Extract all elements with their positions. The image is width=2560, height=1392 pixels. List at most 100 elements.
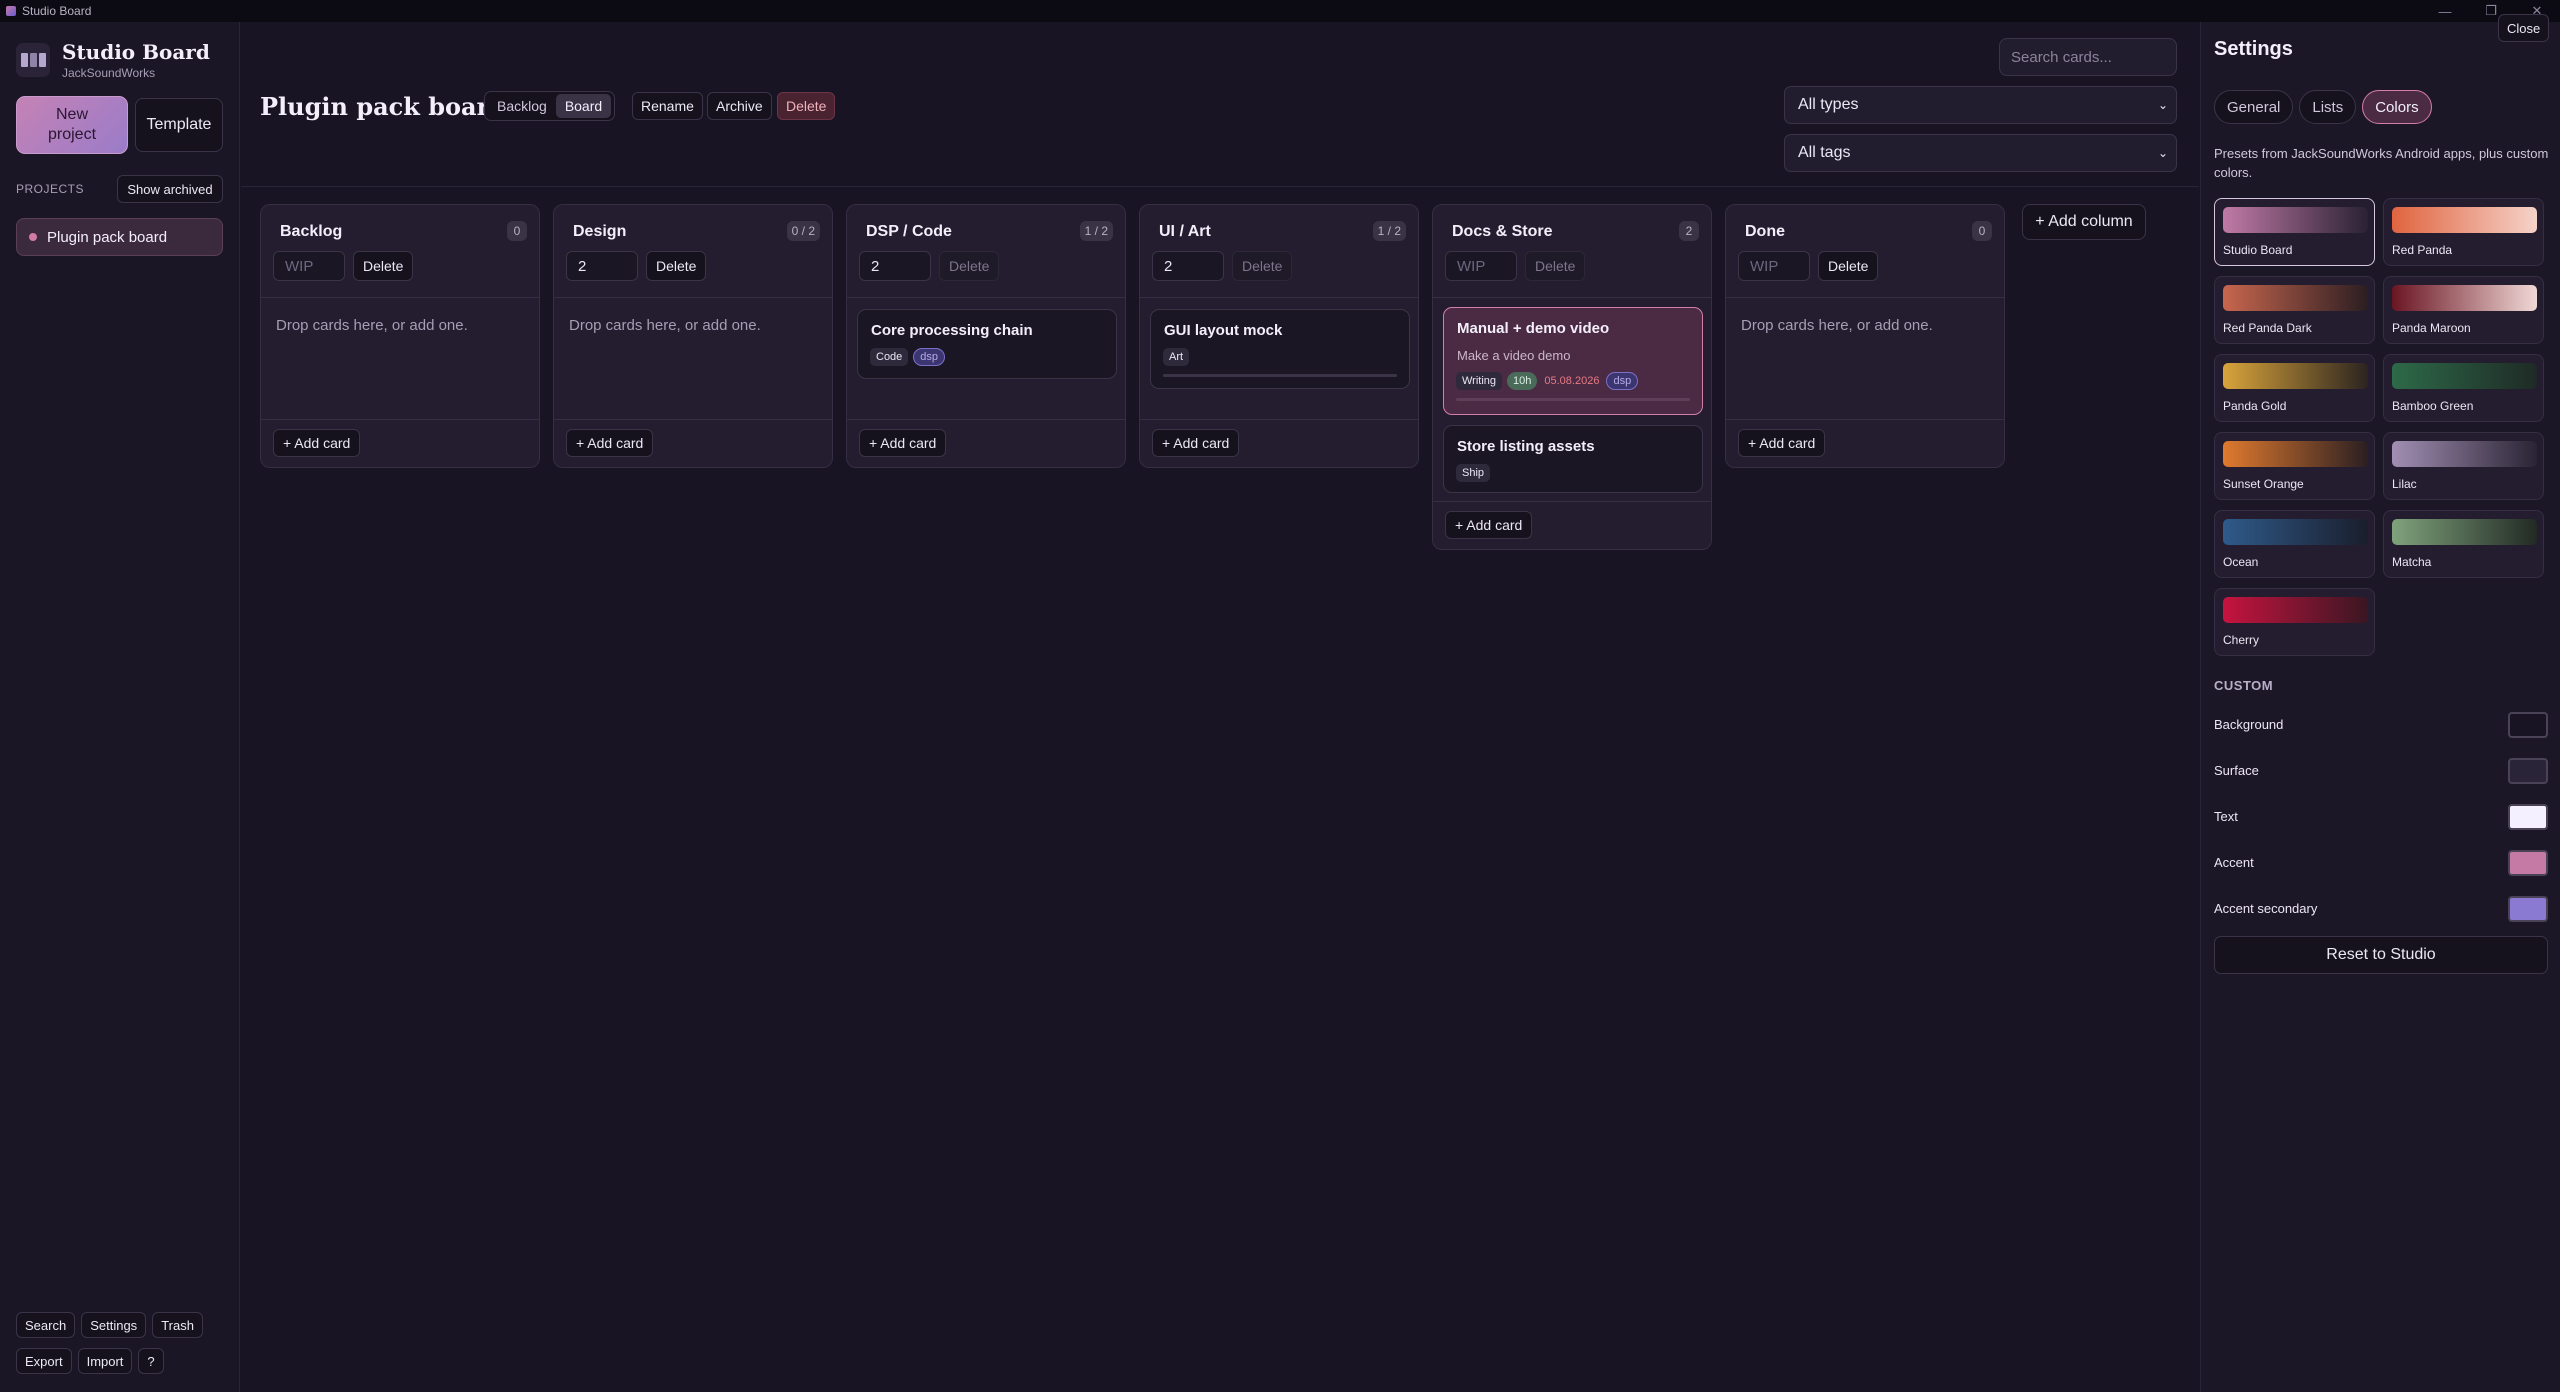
minimize-icon[interactable]: — bbox=[2422, 0, 2468, 22]
rename-button[interactable]: Rename bbox=[632, 92, 703, 120]
card-estimate-badge: 10h bbox=[1507, 372, 1538, 390]
delete-column-button[interactable]: Delete bbox=[1818, 251, 1879, 281]
preset-swatch bbox=[2223, 207, 2368, 233]
type-filter-select[interactable]: All types ⌄ bbox=[1784, 86, 2177, 124]
preset-name: Red Panda Dark bbox=[2223, 321, 2312, 335]
column-done: Done 0 WIP Delete Drop cards here, or ad… bbox=[1725, 204, 2005, 468]
wip-limit-input[interactable]: 2 bbox=[1152, 251, 1224, 281]
color-preset-red-panda-dark[interactable]: Red Panda Dark bbox=[2214, 276, 2375, 344]
preset-name: Panda Maroon bbox=[2392, 321, 2471, 335]
new-project-button[interactable]: New project bbox=[16, 96, 128, 154]
search-cards-input[interactable]: Search cards... bbox=[1999, 38, 2177, 76]
color-picker-swatch[interactable] bbox=[2508, 758, 2548, 784]
archive-button[interactable]: Archive bbox=[707, 92, 772, 120]
column-count-badge: 0 / 2 bbox=[786, 221, 820, 241]
import-button[interactable]: Import bbox=[77, 1348, 133, 1374]
card-progress-bar bbox=[1456, 398, 1690, 401]
card-gui-layout-mock[interactable]: GUI layout mock Art bbox=[1150, 309, 1410, 389]
add-column-button[interactable]: + Add column bbox=[2022, 204, 2146, 240]
column-title: DSP / Code bbox=[866, 223, 952, 240]
show-archived-button[interactable]: Show archived bbox=[117, 175, 223, 203]
column-backlog: Backlog 0 WIP Delete Drop cards here, or… bbox=[260, 204, 540, 468]
custom-color-label: Accent bbox=[2214, 855, 2254, 870]
export-button[interactable]: Export bbox=[16, 1348, 72, 1374]
reset-to-studio-button[interactable]: Reset to Studio bbox=[2214, 936, 2548, 974]
wip-limit-input[interactable]: WIP bbox=[1445, 251, 1517, 281]
wip-limit-input[interactable]: WIP bbox=[273, 251, 345, 281]
color-preset-ocean[interactable]: Ocean bbox=[2214, 510, 2375, 578]
add-card-button[interactable]: + Add card bbox=[1445, 511, 1533, 539]
search-button[interactable]: Search bbox=[16, 1312, 76, 1338]
color-preset-panda-maroon[interactable]: Panda Maroon bbox=[2383, 276, 2544, 344]
column-title: Backlog bbox=[280, 223, 343, 240]
card-title: Core processing chain bbox=[871, 322, 1033, 339]
card-store-listing-assets[interactable]: Store listing assets Ship bbox=[1443, 425, 1703, 493]
preset-name: Sunset Orange bbox=[2223, 477, 2304, 491]
column-title: UI / Art bbox=[1159, 223, 1211, 240]
tab-lists[interactable]: Lists bbox=[2299, 90, 2357, 124]
add-card-button[interactable]: + Add card bbox=[273, 429, 361, 457]
preset-swatch bbox=[2223, 441, 2368, 467]
trash-button[interactable]: Trash bbox=[152, 1312, 203, 1338]
preset-name: Bamboo Green bbox=[2392, 399, 2474, 413]
preset-swatch bbox=[2392, 441, 2537, 467]
color-preset-studio-board[interactable]: Studio Board bbox=[2214, 198, 2375, 266]
color-picker-swatch[interactable] bbox=[2508, 712, 2548, 738]
template-button[interactable]: Template bbox=[135, 98, 223, 152]
delete-board-button[interactable]: Delete bbox=[777, 92, 836, 120]
color-preset-panda-gold[interactable]: Panda Gold bbox=[2214, 354, 2375, 422]
column-count-badge: 0 bbox=[1972, 221, 1992, 241]
project-item-plugin-pack-board[interactable]: Plugin pack board bbox=[16, 218, 223, 256]
close-settings-button[interactable]: Close bbox=[2498, 14, 2550, 42]
header-divider bbox=[241, 186, 2199, 187]
color-preset-bamboo-green[interactable]: Bamboo Green bbox=[2383, 354, 2544, 422]
card-type-tag: Art bbox=[1163, 348, 1190, 366]
projects-label: PROJECTS bbox=[16, 182, 85, 196]
wip-limit-input[interactable]: WIP bbox=[1738, 251, 1810, 281]
wip-limit-input[interactable]: 2 bbox=[566, 251, 638, 281]
column-title: Design bbox=[573, 223, 627, 240]
settings-button[interactable]: Settings bbox=[81, 1312, 147, 1338]
card-label-tag: dsp bbox=[913, 348, 946, 366]
custom-color-accent: Accent bbox=[2214, 850, 2548, 876]
add-card-button[interactable]: + Add card bbox=[1152, 429, 1240, 457]
color-preset-sunset-orange[interactable]: Sunset Orange bbox=[2214, 432, 2375, 500]
wip-limit-input[interactable]: 2 bbox=[859, 251, 931, 281]
preset-name: Ocean bbox=[2223, 555, 2259, 569]
card-manual-demo-video[interactable]: Manual + demo video Make a video demo Wr… bbox=[1443, 307, 1703, 415]
color-picker-swatch[interactable] bbox=[2508, 850, 2548, 876]
color-preset-red-panda[interactable]: Red Panda bbox=[2383, 198, 2544, 266]
view-backlog-button[interactable]: Backlog bbox=[488, 94, 556, 118]
card-type-tag: Ship bbox=[1456, 464, 1491, 482]
tag-filter-select[interactable]: All tags ⌄ bbox=[1784, 134, 2177, 172]
delete-column-button[interactable]: Delete bbox=[353, 251, 414, 281]
preset-swatch bbox=[2223, 363, 2368, 389]
custom-color-label: Background bbox=[2214, 717, 2284, 732]
add-card-button[interactable]: + Add card bbox=[859, 429, 947, 457]
color-picker-swatch[interactable] bbox=[2508, 804, 2548, 830]
color-preset-matcha[interactable]: Matcha bbox=[2383, 510, 2544, 578]
tab-general[interactable]: General bbox=[2214, 90, 2294, 124]
custom-color-background: Background bbox=[2214, 712, 2548, 738]
delete-column-button[interactable]: Delete bbox=[939, 251, 1000, 281]
chevron-down-icon: ⌄ bbox=[2157, 98, 2168, 112]
column-design: Design 0 / 2 2 Delete Drop cards here, o… bbox=[553, 204, 833, 468]
color-picker-swatch[interactable] bbox=[2508, 896, 2548, 922]
project-color-dot bbox=[29, 233, 37, 241]
add-card-button[interactable]: + Add card bbox=[566, 429, 654, 457]
sidebar: Studio Board JackSoundWorks New project … bbox=[0, 22, 240, 1392]
window-title: Studio Board bbox=[22, 4, 92, 18]
tab-colors[interactable]: Colors bbox=[2362, 90, 2432, 124]
delete-column-button[interactable]: Delete bbox=[1232, 251, 1293, 281]
settings-panel: Settings General Lists Colors Presets fr… bbox=[2200, 22, 2560, 1392]
view-board-button[interactable]: Board bbox=[555, 94, 612, 118]
help-button[interactable]: ? bbox=[138, 1348, 164, 1374]
delete-column-button[interactable]: Delete bbox=[646, 251, 707, 281]
add-card-button[interactable]: + Add card bbox=[1738, 429, 1826, 457]
color-preset-cherry[interactable]: Cherry bbox=[2214, 588, 2375, 656]
color-preset-lilac[interactable]: Lilac bbox=[2383, 432, 2544, 500]
column-count-badge: 0 bbox=[507, 221, 527, 241]
delete-column-button[interactable]: Delete bbox=[1525, 251, 1586, 281]
column-count-badge: 2 bbox=[1679, 221, 1699, 241]
card-core-processing-chain[interactable]: Core processing chain Code dsp bbox=[857, 309, 1117, 379]
